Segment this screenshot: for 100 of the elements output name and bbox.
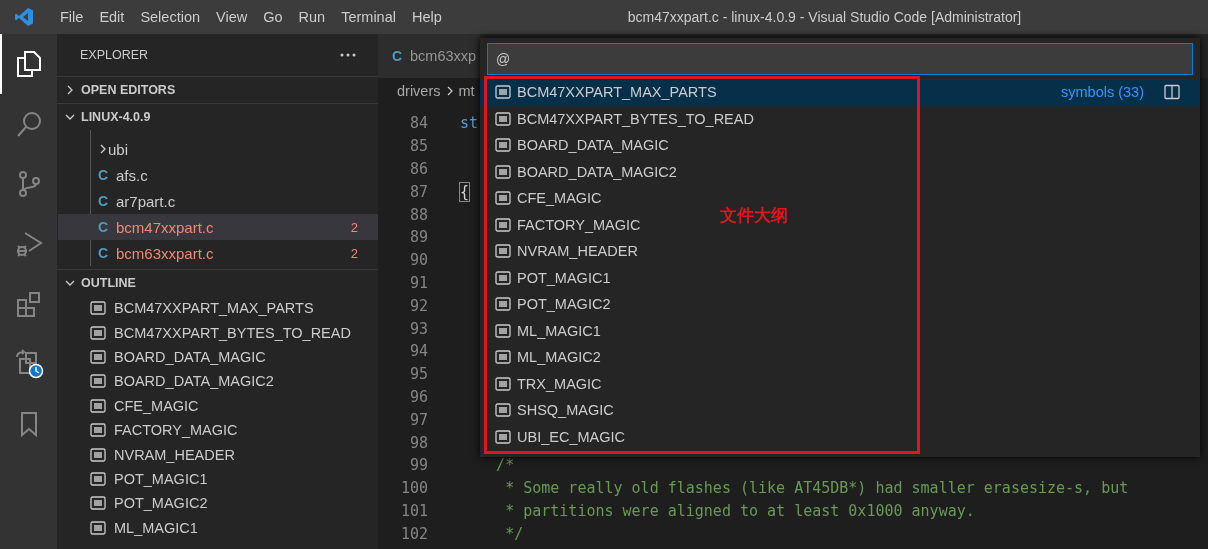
- problem-count: 2: [350, 219, 359, 235]
- extensions-icon[interactable]: [14, 290, 43, 318]
- symbol-list-item[interactable]: ML_MAGIC1: [517, 322, 601, 339]
- symbol-list-item[interactable]: SHSQ_MAGIC: [517, 402, 614, 419]
- section-header[interactable]: OPEN EDITORS: [57, 76, 378, 103]
- file-tree-item[interactable]: ubi: [58, 136, 378, 162]
- outline-item[interactable]: BCM47XXPART_MAX_PARTS: [114, 300, 314, 317]
- line-number: 94: [408, 342, 428, 361]
- file-tree-item[interactable]: C bcm63xxpart.c 2: [58, 240, 378, 266]
- c-file-icon: C: [98, 245, 116, 261]
- code-text: {: [460, 182, 470, 201]
- constant-symbol-icon: [90, 496, 106, 511]
- symbol-list-item[interactable]: BOARD_DATA_MAGIC2: [517, 163, 677, 180]
- symbol-list-item[interactable]: UBI_EC_MAGIC: [517, 428, 625, 445]
- file-name: bcm63xxpart.c: [116, 244, 215, 262]
- code-text: * Some really old flashes (like AT45DB*) had smaller erasesize-s, but: [504, 479, 1129, 498]
- menu-item[interactable]: Edit: [91, 9, 133, 25]
- menu-item[interactable]: Run: [290, 9, 334, 25]
- constant-symbol-icon: [495, 164, 511, 179]
- outline-item[interactable]: FACTORY_MAGIC: [114, 422, 238, 439]
- menu-item[interactable]: File: [52, 9, 92, 25]
- constant-symbol-icon: [90, 471, 106, 486]
- menu-item[interactable]: Go: [255, 9, 291, 25]
- constant-symbol-icon: [90, 520, 106, 535]
- line-number: 91: [408, 273, 428, 292]
- symbol-list-item[interactable]: BOARD_DATA_MAGIC: [517, 137, 669, 154]
- code-text: /*: [495, 456, 515, 475]
- line-number: 86: [408, 160, 428, 178]
- menu-item[interactable]: Terminal: [333, 9, 404, 25]
- constant-symbol-icon: [495, 244, 511, 259]
- symbol-list-item[interactable]: POT_MAGIC2: [517, 296, 611, 313]
- outline-item[interactable]: POT_MAGIC1: [114, 470, 208, 487]
- more-actions-icon[interactable]: [340, 53, 356, 57]
- c-file-icon: C: [98, 193, 116, 209]
- outline-item[interactable]: ML_MAGIC1: [114, 519, 198, 536]
- breadcrumb-item[interactable]: drivers: [397, 83, 441, 99]
- section-header[interactable]: OUTLINE: [57, 269, 378, 296]
- constant-symbol-icon: [495, 429, 511, 444]
- constant-symbol-icon: [495, 138, 511, 153]
- debug-icon[interactable]: [14, 230, 43, 258]
- symbol-list-item[interactable]: BCM47XXPART_MAX_PARTS: [517, 84, 717, 101]
- chevron-icon: [65, 278, 75, 288]
- sidebar-title: EXPLORER: [80, 48, 149, 62]
- symbol-list-item[interactable]: TRX_MAGIC: [517, 375, 602, 392]
- search-icon[interactable]: [14, 110, 43, 138]
- outline-item[interactable]: BOARD_DATA_MAGIC: [114, 348, 266, 365]
- constant-symbol-icon: [495, 270, 511, 285]
- app-logo-icon: [14, 7, 34, 27]
- file-tree-item[interactable]: C bcm47xxpart.c 2: [58, 214, 378, 240]
- menu-item[interactable]: Selection: [132, 9, 209, 25]
- constant-symbol-icon: [495, 191, 511, 206]
- symbol-list-item[interactable]: NVRAM_HEADER: [517, 243, 638, 260]
- c-file-icon: C: [98, 167, 116, 183]
- line-number: 88: [408, 205, 428, 224]
- outline-item[interactable]: NVRAM_HEADER: [114, 446, 235, 463]
- file-name: ubi: [108, 140, 130, 158]
- symbol-list-item[interactable]: BCM47XXPART_BYTES_TO_READ: [517, 110, 754, 127]
- constant-symbol-icon: [90, 374, 106, 389]
- menu-item[interactable]: Help: [403, 9, 450, 25]
- symbols-count: symbols (33): [1061, 84, 1144, 101]
- file-tree-item[interactable]: C ar7part.c: [58, 188, 378, 214]
- line-number: 90: [408, 251, 428, 270]
- symbol-list-item[interactable]: CFE_MAGIC: [517, 190, 602, 207]
- constant-symbol-icon: [495, 217, 511, 232]
- menu-item[interactable]: View: [208, 9, 256, 25]
- symbol-list-item[interactable]: ML_MAGIC2: [517, 349, 601, 366]
- files-icon[interactable]: [14, 50, 43, 78]
- line-number: 87: [408, 182, 428, 201]
- file-tree-item[interactable]: C afs.c: [58, 162, 378, 188]
- chevron-icon: [98, 144, 108, 154]
- outline-item[interactable]: BCM47XXPART_BYTES_TO_READ: [114, 324, 351, 341]
- line-number: 85: [408, 137, 428, 156]
- outline-item[interactable]: CFE_MAGIC: [114, 397, 199, 414]
- symbol-list-item[interactable]: FACTORY_MAGIC: [517, 216, 641, 233]
- breadcrumb-item[interactable]: mt: [458, 83, 475, 99]
- constant-symbol-icon: [90, 325, 106, 340]
- annotation-label: 文件大纲: [720, 205, 788, 227]
- line-number: 93: [408, 319, 428, 338]
- c-file-icon: C: [98, 219, 116, 235]
- file-name: afs.c: [116, 166, 149, 184]
- constant-symbol-icon: [90, 423, 106, 438]
- constant-symbol-icon: [495, 403, 511, 418]
- history-clock-icon[interactable]: [13, 349, 44, 379]
- symbol-list-item[interactable]: POT_MAGIC1: [517, 269, 611, 286]
- code-text: */: [504, 524, 524, 543]
- section-header[interactable]: LINUX-4.0.9: [57, 103, 378, 130]
- file-name: bcm47xxpart.c: [116, 218, 215, 236]
- constant-symbol-icon: [90, 447, 106, 462]
- editor-tab[interactable]: C bcm63xxp: [378, 34, 480, 78]
- search-field[interactable]: @: [487, 43, 1193, 75]
- code-text: st: [460, 114, 479, 133]
- line-number: 100: [399, 479, 428, 498]
- constant-symbol-icon: [495, 85, 511, 100]
- line-number: 101: [399, 501, 428, 520]
- constant-symbol-icon: [495, 376, 511, 391]
- code-text: * partitions were aligned to at least 0x1000 anyway.: [504, 501, 975, 520]
- outline-item[interactable]: BOARD_DATA_MAGIC2: [114, 373, 274, 390]
- split-editor-icon[interactable]: [1164, 84, 1180, 101]
- outline-item[interactable]: POT_MAGIC2: [114, 495, 208, 512]
- constant-symbol-icon: [90, 349, 106, 364]
